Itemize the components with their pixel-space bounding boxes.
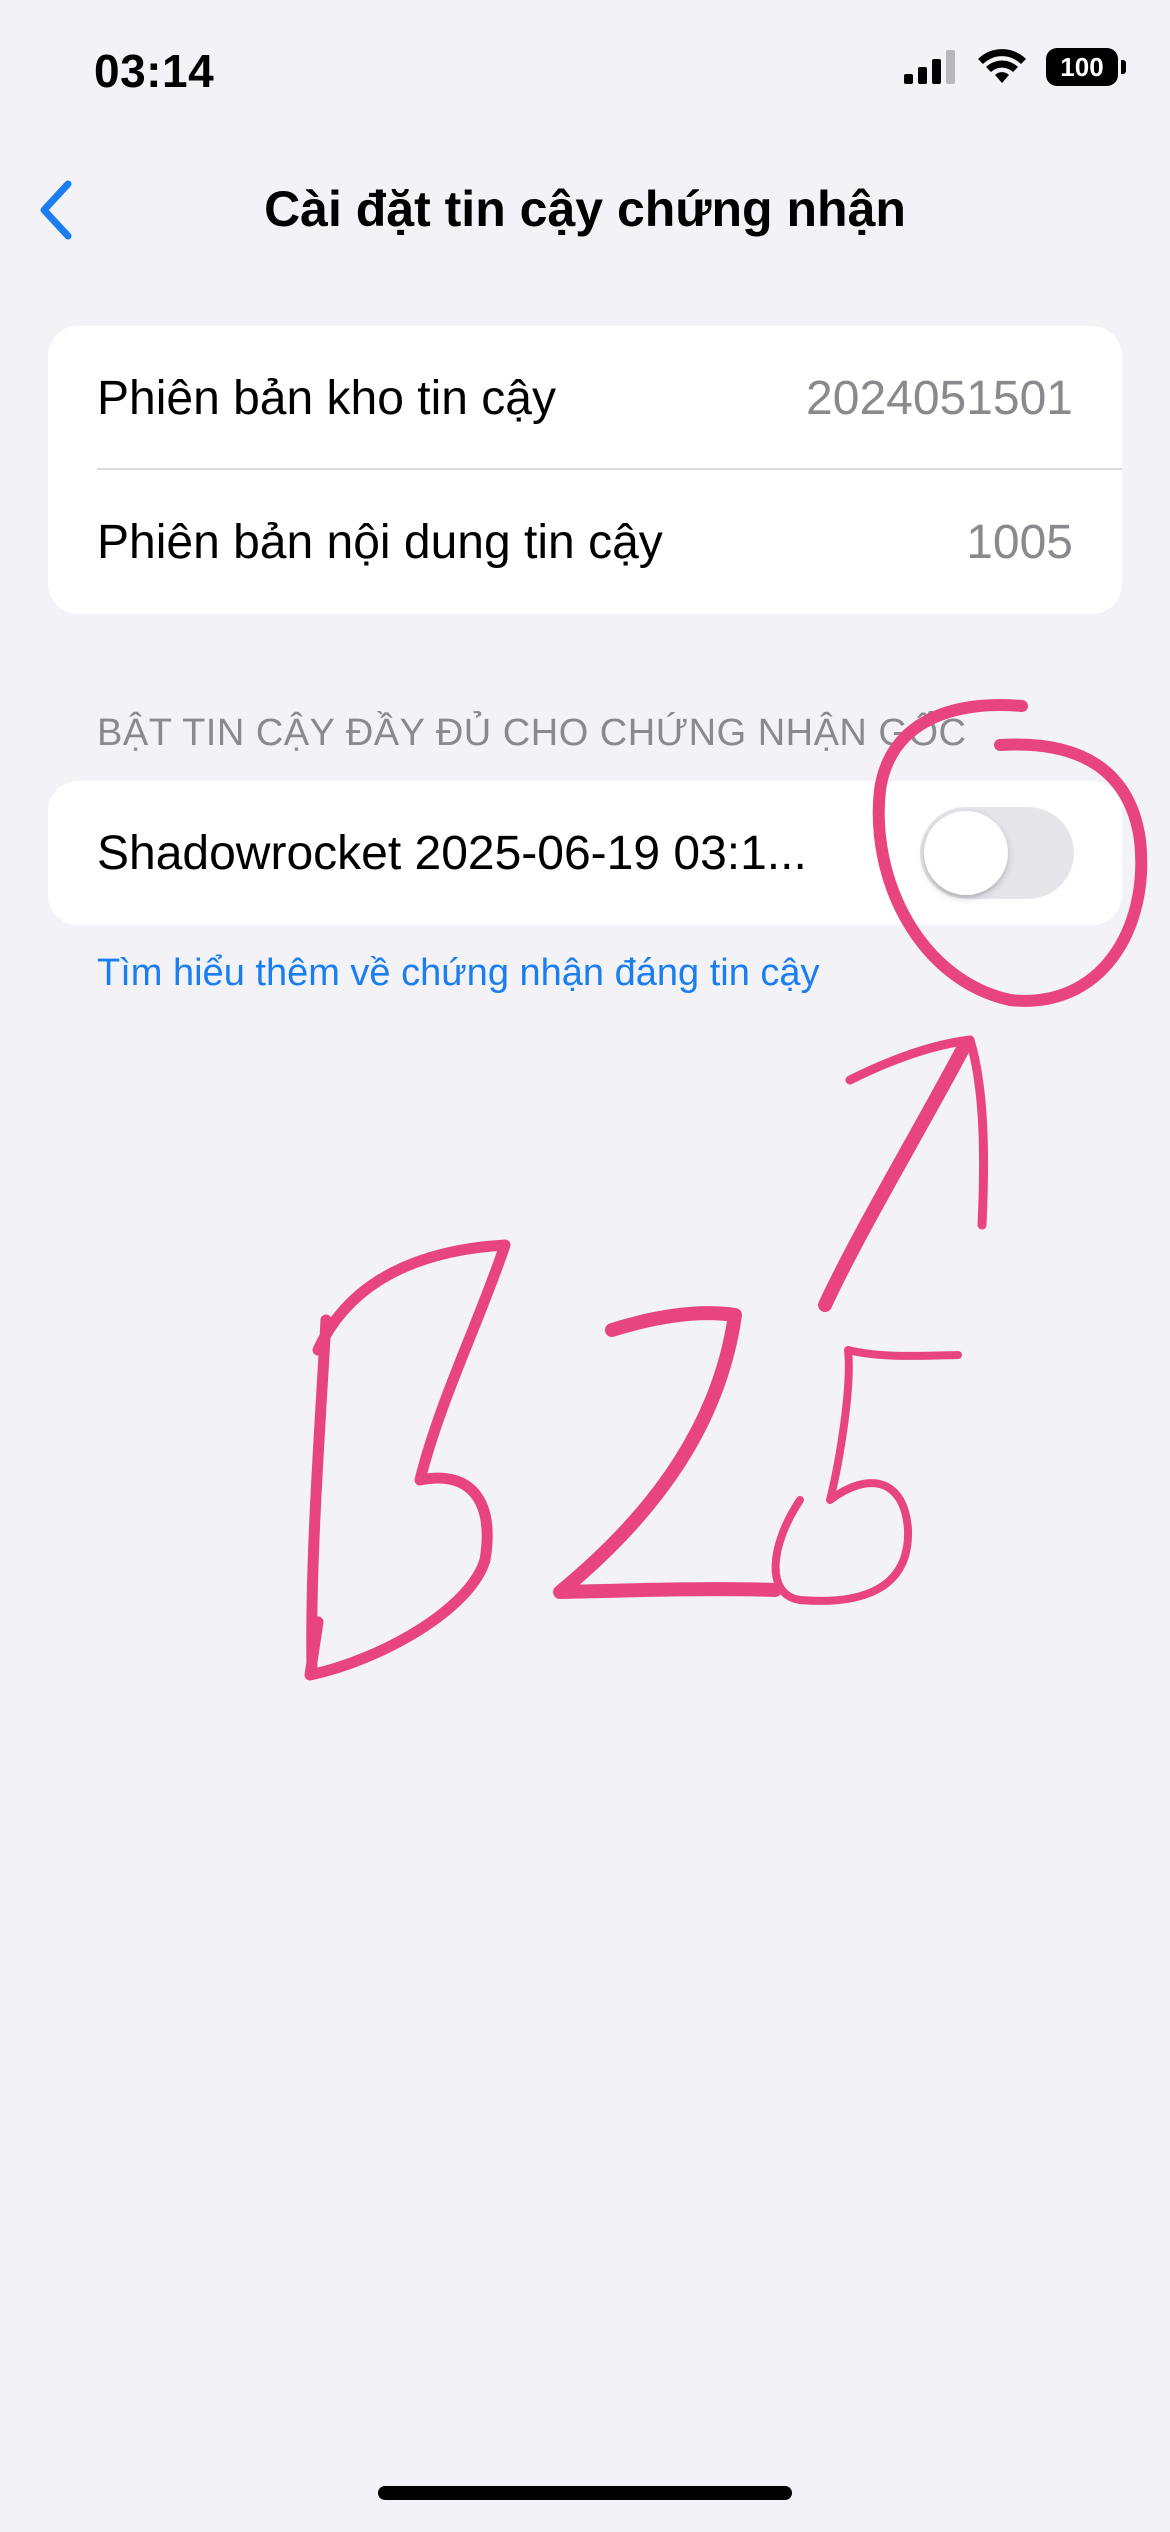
cellular-signal-icon bbox=[904, 50, 955, 84]
wifi-icon bbox=[978, 49, 1026, 83]
battery-icon: 100 bbox=[1046, 48, 1126, 86]
status-bar: 03:14 100 bbox=[0, 0, 1170, 140]
navigation-bar: Cài đặt tin cậy chứng nhận bbox=[0, 160, 1170, 260]
status-time: 03:14 bbox=[94, 45, 215, 97]
trust-asset-version-value: 1005 bbox=[966, 515, 1073, 569]
trust-store-version-value: 2024051501 bbox=[806, 371, 1073, 425]
status-icons: 100 bbox=[904, 48, 1126, 86]
trust-asset-version-row: Phiên bản nội dung tin cậy 1005 bbox=[48, 470, 1122, 614]
trust-info-group: Phiên bản kho tin cậy 2024051501 Phiên b… bbox=[48, 326, 1122, 614]
trust-store-version-row: Phiên bản kho tin cậy 2024051501 bbox=[48, 326, 1122, 470]
annotation-letter-b bbox=[304, 1239, 511, 1681]
annotation-arrow-head bbox=[845, 1035, 989, 1230]
trust-store-version-label: Phiên bản kho tin cậy bbox=[97, 371, 556, 425]
certificate-trust-toggle[interactable] bbox=[920, 807, 1074, 899]
home-indicator bbox=[378, 2486, 792, 2500]
toggle-knob bbox=[924, 811, 1008, 895]
root-cert-section-header: BẬT TIN CẬY ĐẦY ĐỦ CHO CHỨNG NHẬN GỐC bbox=[97, 712, 967, 754]
certificate-name: Shadowrocket 2025-06-19 03:1... bbox=[97, 826, 807, 880]
root-cert-row: Shadowrocket 2025-06-19 03:1... bbox=[48, 781, 1122, 925]
battery-level: 100 bbox=[1060, 51, 1104, 82]
learn-more-link[interactable]: Tìm hiểu thêm về chứng nhận đáng tin cậy bbox=[97, 952, 820, 995]
trust-asset-version-label: Phiên bản nội dung tin cậy bbox=[97, 515, 663, 569]
annotation-arrow-shaft bbox=[818, 1038, 972, 1312]
annotation-digit-5 bbox=[771, 1346, 962, 1605]
page-title: Cài đặt tin cậy chứng nhận bbox=[264, 181, 906, 237]
root-cert-group: Shadowrocket 2025-06-19 03:1... bbox=[48, 781, 1122, 925]
annotation-digit-2 bbox=[553, 1306, 782, 1599]
